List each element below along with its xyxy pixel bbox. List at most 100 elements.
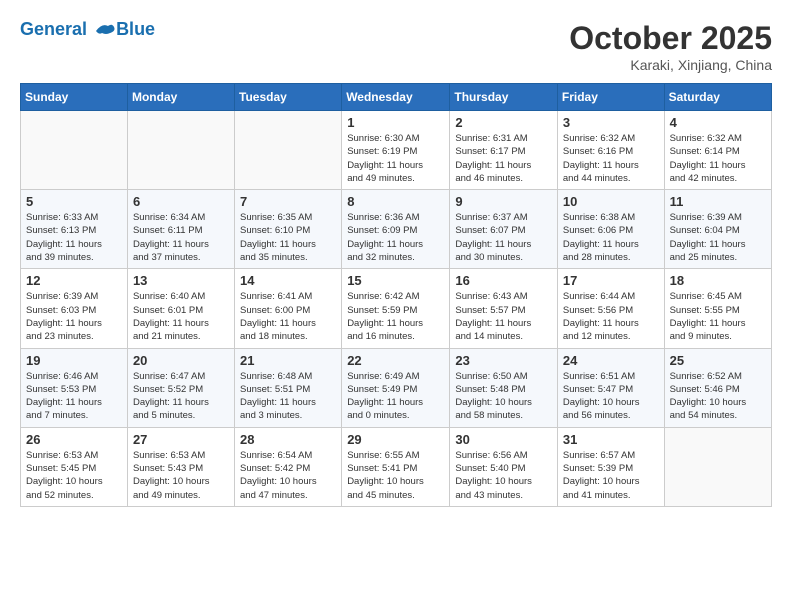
month-title: October 2025 — [569, 20, 772, 57]
day-info: Sunrise: 6:51 AM Sunset: 5:47 PM Dayligh… — [563, 370, 659, 423]
calendar-week-1: 1 Sunrise: 6:30 AM Sunset: 6:19 PM Daylig… — [21, 111, 772, 190]
calendar-cell — [127, 111, 234, 190]
day-number: 4 — [670, 115, 766, 130]
day-number: 3 — [563, 115, 659, 130]
weekday-header-sunday: Sunday — [21, 84, 128, 111]
day-info: Sunrise: 6:30 AM Sunset: 6:19 PM Dayligh… — [347, 132, 444, 185]
day-number: 2 — [455, 115, 552, 130]
day-info: Sunrise: 6:41 AM Sunset: 6:00 PM Dayligh… — [240, 290, 336, 343]
day-info: Sunrise: 6:57 AM Sunset: 5:39 PM Dayligh… — [563, 449, 659, 502]
day-info: Sunrise: 6:35 AM Sunset: 6:10 PM Dayligh… — [240, 211, 336, 264]
day-info: Sunrise: 6:44 AM Sunset: 5:56 PM Dayligh… — [563, 290, 659, 343]
calendar-cell: 18Sunrise: 6:45 AM Sunset: 5:55 PM Dayli… — [664, 269, 771, 348]
day-info: Sunrise: 6:55 AM Sunset: 5:41 PM Dayligh… — [347, 449, 444, 502]
calendar-cell: 17 Sunrise: 6:44 AM Sunset: 5:56 PM Dayli… — [557, 269, 664, 348]
day-number: 16 — [455, 273, 552, 288]
calendar-cell — [664, 427, 771, 506]
calendar-cell: 19 Sunrise: 6:46 AM Sunset: 5:53 PM Dayli… — [21, 348, 128, 427]
day-info: Sunrise: 6:38 AM Sunset: 6:06 PM Dayligh… — [563, 211, 659, 264]
weekday-header-tuesday: Tuesday — [235, 84, 342, 111]
day-number: 15 — [347, 273, 444, 288]
day-number: 8 — [347, 194, 444, 209]
day-number: 22 — [347, 353, 444, 368]
calendar-cell: 3 Sunrise: 6:32 AM Sunset: 6:16 PM Daylig… — [557, 111, 664, 190]
day-info: Sunrise: 6:36 AM Sunset: 6:09 PM Dayligh… — [347, 211, 444, 264]
calendar-cell: 31 Sunrise: 6:57 AM Sunset: 5:39 PM Dayli… — [557, 427, 664, 506]
day-number: 13 — [133, 273, 229, 288]
calendar-cell: 14 Sunrise: 6:41 AM Sunset: 6:00 PM Dayli… — [235, 269, 342, 348]
day-info: Sunrise: 6:31 AM Sunset: 6:17 PM Dayligh… — [455, 132, 552, 185]
logo: General Blue — [20, 20, 155, 40]
calendar-cell: 25Sunrise: 6:52 AM Sunset: 5:46 PM Dayli… — [664, 348, 771, 427]
day-number: 31 — [563, 432, 659, 447]
calendar-cell: 5 Sunrise: 6:33 AM Sunset: 6:13 PM Daylig… — [21, 190, 128, 269]
calendar-header-row: SundayMondayTuesdayWednesdayThursdayFrid… — [21, 84, 772, 111]
day-number: 23 — [455, 353, 552, 368]
calendar-cell: 12 Sunrise: 6:39 AM Sunset: 6:03 PM Dayli… — [21, 269, 128, 348]
calendar-week-4: 19 Sunrise: 6:46 AM Sunset: 5:53 PM Dayli… — [21, 348, 772, 427]
calendar-cell: 23 Sunrise: 6:50 AM Sunset: 5:48 PM Dayli… — [450, 348, 558, 427]
calendar-week-3: 12 Sunrise: 6:39 AM Sunset: 6:03 PM Dayli… — [21, 269, 772, 348]
day-number: 21 — [240, 353, 336, 368]
day-number: 10 — [563, 194, 659, 209]
day-number: 27 — [133, 432, 229, 447]
day-info: Sunrise: 6:50 AM Sunset: 5:48 PM Dayligh… — [455, 370, 552, 423]
day-info: Sunrise: 6:43 AM Sunset: 5:57 PM Dayligh… — [455, 290, 552, 343]
day-info: Sunrise: 6:32 AM Sunset: 6:16 PM Dayligh… — [563, 132, 659, 185]
day-number: 17 — [563, 273, 659, 288]
calendar-week-5: 26Sunrise: 6:53 AM Sunset: 5:45 PM Dayli… — [21, 427, 772, 506]
calendar-cell: 22 Sunrise: 6:49 AM Sunset: 5:49 PM Dayli… — [342, 348, 450, 427]
day-number: 24 — [563, 353, 659, 368]
calendar-cell: 10 Sunrise: 6:38 AM Sunset: 6:06 PM Dayli… — [557, 190, 664, 269]
day-info: Sunrise: 6:49 AM Sunset: 5:49 PM Dayligh… — [347, 370, 444, 423]
day-info: Sunrise: 6:46 AM Sunset: 5:53 PM Dayligh… — [26, 370, 122, 423]
day-info: Sunrise: 6:40 AM Sunset: 6:01 PM Dayligh… — [133, 290, 229, 343]
day-number: 14 — [240, 273, 336, 288]
day-info: Sunrise: 6:39 AM Sunset: 6:04 PM Dayligh… — [670, 211, 766, 264]
calendar-cell: 4 Sunrise: 6:32 AM Sunset: 6:14 PM Daylig… — [664, 111, 771, 190]
day-info: Sunrise: 6:47 AM Sunset: 5:52 PM Dayligh… — [133, 370, 229, 423]
day-number: 30 — [455, 432, 552, 447]
calendar-table: SundayMondayTuesdayWednesdayThursdayFrid… — [20, 83, 772, 507]
day-info: Sunrise: 6:45 AM Sunset: 5:55 PM Dayligh… — [670, 290, 766, 343]
day-number: 7 — [240, 194, 336, 209]
day-info: Sunrise: 6:53 AM Sunset: 5:43 PM Dayligh… — [133, 449, 229, 502]
calendar-cell: 1 Sunrise: 6:30 AM Sunset: 6:19 PM Daylig… — [342, 111, 450, 190]
calendar-cell: 21 Sunrise: 6:48 AM Sunset: 5:51 PM Dayli… — [235, 348, 342, 427]
logo-blue: Blue — [116, 19, 155, 39]
weekday-header-thursday: Thursday — [450, 84, 558, 111]
calendar-cell: 2 Sunrise: 6:31 AM Sunset: 6:17 PM Daylig… — [450, 111, 558, 190]
calendar-cell: 27 Sunrise: 6:53 AM Sunset: 5:43 PM Dayli… — [127, 427, 234, 506]
day-number: 25 — [670, 353, 766, 368]
calendar-cell — [21, 111, 128, 190]
title-block: October 2025 Karaki, Xinjiang, China — [569, 20, 772, 73]
day-number: 1 — [347, 115, 444, 130]
calendar-cell: 13 Sunrise: 6:40 AM Sunset: 6:01 PM Dayli… — [127, 269, 234, 348]
calendar-cell: 8 Sunrise: 6:36 AM Sunset: 6:09 PM Daylig… — [342, 190, 450, 269]
day-info: Sunrise: 6:39 AM Sunset: 6:03 PM Dayligh… — [26, 290, 122, 343]
day-number: 9 — [455, 194, 552, 209]
day-number: 5 — [26, 194, 122, 209]
calendar-cell: 11 Sunrise: 6:39 AM Sunset: 6:04 PM Dayli… — [664, 190, 771, 269]
weekday-header-saturday: Saturday — [664, 84, 771, 111]
day-number: 12 — [26, 273, 122, 288]
day-info: Sunrise: 6:48 AM Sunset: 5:51 PM Dayligh… — [240, 370, 336, 423]
calendar-cell — [235, 111, 342, 190]
calendar-cell: 26Sunrise: 6:53 AM Sunset: 5:45 PM Dayli… — [21, 427, 128, 506]
calendar-week-2: 5 Sunrise: 6:33 AM Sunset: 6:13 PM Daylig… — [21, 190, 772, 269]
weekday-header-friday: Friday — [557, 84, 664, 111]
day-info: Sunrise: 6:32 AM Sunset: 6:14 PM Dayligh… — [670, 132, 766, 185]
day-info: Sunrise: 6:56 AM Sunset: 5:40 PM Dayligh… — [455, 449, 552, 502]
page-header: General Blue October 2025 Karaki, Xinjia… — [20, 20, 772, 73]
calendar-cell: 29 Sunrise: 6:55 AM Sunset: 5:41 PM Dayli… — [342, 427, 450, 506]
location: Karaki, Xinjiang, China — [569, 57, 772, 73]
calendar-cell: 9 Sunrise: 6:37 AM Sunset: 6:07 PM Daylig… — [450, 190, 558, 269]
day-info: Sunrise: 6:33 AM Sunset: 6:13 PM Dayligh… — [26, 211, 122, 264]
day-number: 11 — [670, 194, 766, 209]
day-info: Sunrise: 6:37 AM Sunset: 6:07 PM Dayligh… — [455, 211, 552, 264]
day-number: 19 — [26, 353, 122, 368]
day-number: 26 — [26, 432, 122, 447]
weekday-header-wednesday: Wednesday — [342, 84, 450, 111]
day-number: 29 — [347, 432, 444, 447]
calendar-cell: 20Sunrise: 6:47 AM Sunset: 5:52 PM Dayli… — [127, 348, 234, 427]
